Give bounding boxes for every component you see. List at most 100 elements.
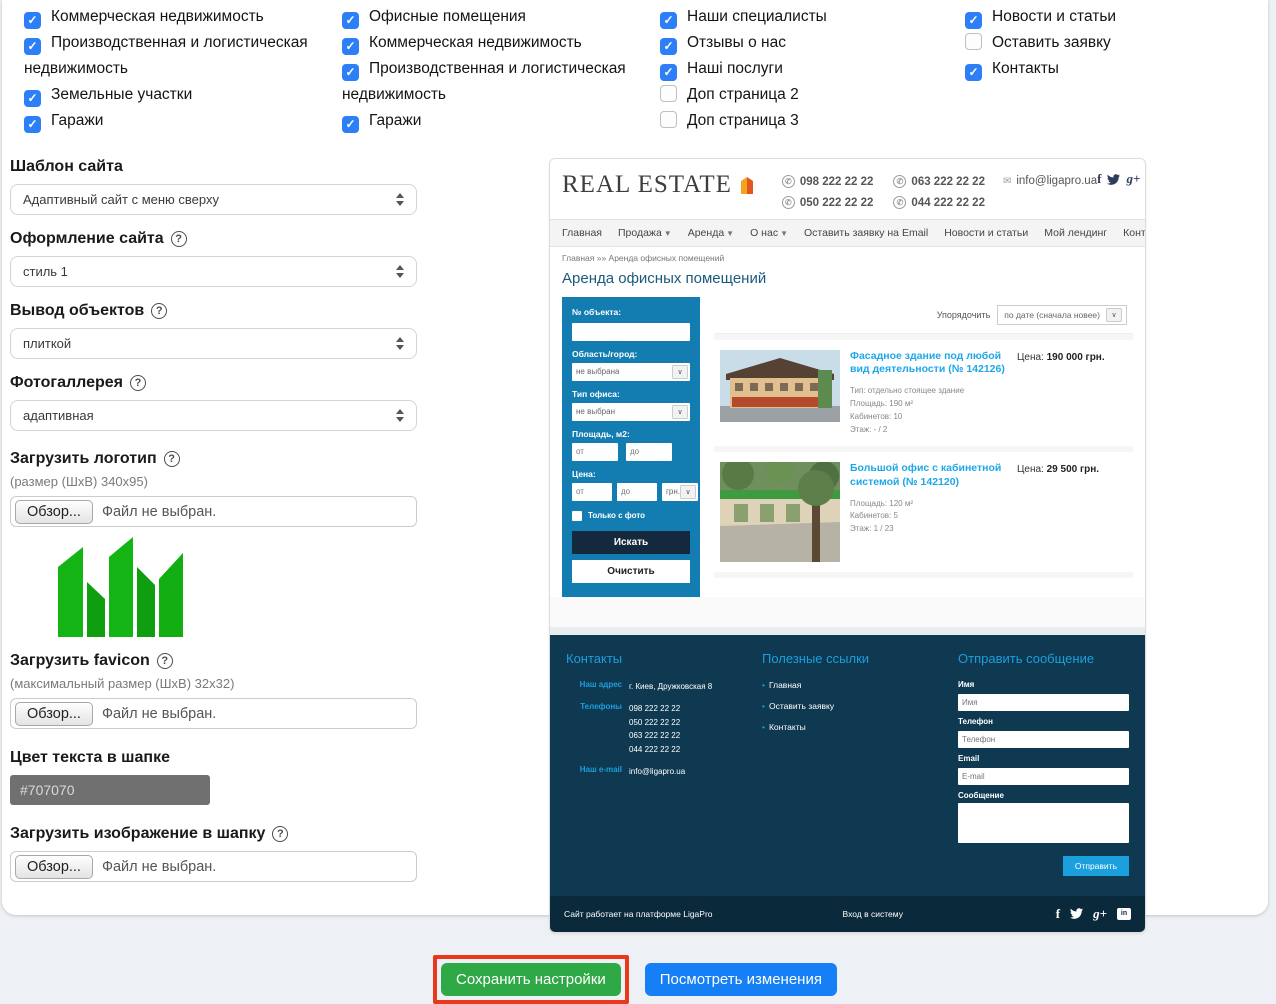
name-field[interactable] (958, 694, 1129, 711)
login-link[interactable]: Вход в систему (843, 909, 903, 919)
region-select[interactable]: не выбрана ∨ (572, 363, 690, 381)
office-type-select[interactable]: не выбран ∨ (572, 403, 690, 421)
checkbox-item-leave-request[interactable]: Оставить заявку (965, 30, 1248, 56)
googleplus-icon[interactable]: g+ (1093, 906, 1107, 922)
checkbox-item-commercial-2[interactable]: Коммерческая недвижимость (342, 30, 640, 56)
checkbox[interactable] (965, 33, 982, 50)
nav-item-request-email[interactable]: Оставить заявку на Email (804, 227, 928, 239)
checkbox-item-contacts[interactable]: Контакты (965, 56, 1248, 82)
twitter-icon[interactable] (1070, 908, 1083, 919)
checkbox-item-specialists[interactable]: Наши специалисты (660, 4, 945, 30)
phone-field[interactable] (958, 731, 1129, 748)
listing-title-link[interactable]: Большой офис с кабинетной системой (№ 14… (850, 462, 1007, 488)
sort-select[interactable]: по дате (сначала новее) ∨ (997, 305, 1127, 325)
help-icon[interactable]: ? (164, 451, 180, 467)
preview-email[interactable]: ✉info@ligapro.ua (1003, 175, 1097, 187)
facebook-icon[interactable]: f (1056, 906, 1060, 922)
checkbox[interactable] (342, 12, 359, 29)
googleplus-icon[interactable]: g+ (1126, 171, 1140, 187)
template-select[interactable]: Адаптивный сайт с меню сверху (10, 184, 417, 215)
listing-title-link[interactable]: Фасадное здание под любой вид деятельнос… (850, 350, 1007, 376)
help-icon[interactable]: ? (272, 826, 288, 842)
objects-output-select-value: плиткой (23, 336, 71, 351)
price-to-input[interactable] (617, 483, 657, 501)
gallery-select[interactable]: адаптивная (10, 400, 417, 431)
checkbox[interactable] (24, 38, 41, 55)
listing-photo[interactable] (720, 350, 840, 422)
message-field[interactable] (958, 803, 1129, 843)
no-file-text: Файл не выбран. (102, 706, 216, 722)
checkbox-item-commercial[interactable]: Коммерческая недвижимость (24, 4, 322, 30)
checkbox[interactable] (342, 64, 359, 81)
help-icon[interactable]: ? (130, 375, 146, 391)
nav-item-sale[interactable]: Продажа▼ (618, 227, 672, 239)
currency-select[interactable]: грн. ∨ (662, 483, 698, 501)
checkbox[interactable] (24, 90, 41, 107)
facebook-icon[interactable]: f (1097, 171, 1101, 187)
logo-file-input[interactable]: Обзор... Файл не выбран. (10, 496, 417, 527)
listing-photo[interactable] (720, 462, 840, 562)
header-image-file-input[interactable]: Обзор... Файл не выбран. (10, 851, 417, 882)
linkedin-icon[interactable]: in (1117, 908, 1131, 920)
logo-size-hint: (размер (ШхВ) 340x95) (10, 474, 417, 489)
help-icon[interactable]: ? (151, 303, 167, 319)
nav-item-about[interactable]: О нас▼ (750, 227, 788, 239)
checkbox[interactable] (660, 85, 677, 102)
view-changes-button[interactable]: Посмотреть изменения (645, 963, 837, 996)
nav-item-rent[interactable]: Аренда▼ (688, 227, 734, 239)
checkbox-item-industrial[interactable]: Производственная и логистическая недвижи… (24, 30, 322, 82)
checkbox-item-offices[interactable]: Офисные помещения (342, 4, 640, 30)
footer-email-value[interactable]: info@ligapro.ua (629, 765, 685, 779)
only-photo-checkbox[interactable] (572, 511, 582, 521)
checkbox-item-extra-page-3[interactable]: Доп страница 3 (660, 108, 945, 134)
search-button[interactable]: Искать (572, 531, 690, 554)
checkbox-item-garages[interactable]: Гаражи (24, 108, 322, 134)
help-icon[interactable]: ? (157, 653, 173, 669)
save-settings-button[interactable]: Сохранить настройки (441, 963, 621, 996)
checkbox[interactable] (342, 116, 359, 133)
help-icon[interactable]: ? (171, 231, 187, 247)
checkbox-item-extra-page-2[interactable]: Доп страница 2 (660, 82, 945, 108)
browse-button[interactable]: Обзор... (15, 500, 93, 524)
nav-item-home[interactable]: Главная (562, 227, 602, 239)
checkbox-item-land[interactable]: Земельные участки (24, 82, 322, 108)
footer-link-contacts[interactable]: •Контакты (762, 722, 958, 732)
browse-button[interactable]: Обзор... (15, 855, 93, 879)
checkbox[interactable] (342, 38, 359, 55)
only-photo-label: Только с фото (588, 511, 645, 520)
checkbox[interactable] (660, 64, 677, 81)
footer-link-request[interactable]: •Оставить заявку (762, 701, 958, 711)
object-number-input[interactable] (572, 323, 690, 341)
checkbox-item-industrial-2[interactable]: Производственная и логистическая недвижи… (342, 56, 640, 108)
area-to-input[interactable] (626, 443, 672, 461)
checkbox-item-services[interactable]: Наші послуги (660, 56, 945, 82)
checkbox-item-news[interactable]: Новости и статьи (965, 4, 1248, 30)
checkbox[interactable] (24, 116, 41, 133)
sort-bar: Упорядочить по дате (сначала новее) ∨ (714, 297, 1133, 334)
browse-button[interactable]: Обзор... (15, 702, 93, 726)
send-message-button[interactable]: Отправить (1063, 856, 1129, 876)
objects-output-select[interactable]: плиткой (10, 328, 417, 359)
checkbox-item-reviews[interactable]: Отзывы о нас (660, 30, 945, 56)
checkbox[interactable] (660, 12, 677, 29)
style-select[interactable]: стиль 1 (10, 256, 417, 287)
twitter-icon[interactable] (1107, 174, 1120, 185)
nav-item-news[interactable]: Новости и статьи (944, 227, 1028, 239)
nav-item-landing[interactable]: Мой лендинг (1044, 227, 1107, 239)
checkbox-item-garages-2[interactable]: Гаражи (342, 108, 640, 134)
area-from-input[interactable] (572, 443, 618, 461)
clear-button[interactable]: Очистить (572, 560, 690, 583)
price-from-input[interactable] (572, 483, 612, 501)
checkbox[interactable] (660, 38, 677, 55)
header-text-color-swatch[interactable]: #707070 (10, 775, 210, 805)
checkbox[interactable] (24, 12, 41, 29)
checkbox[interactable] (965, 12, 982, 29)
checkbox[interactable] (965, 64, 982, 81)
footer-link-home[interactable]: •Главная (762, 680, 958, 690)
nav-item-contacts[interactable]: Контакты (1123, 227, 1146, 239)
email-field[interactable] (958, 768, 1129, 785)
favicon-file-input[interactable]: Обзор... Файл не выбран. (10, 698, 417, 729)
brand-building-icon (738, 174, 756, 196)
checkbox[interactable] (660, 111, 677, 128)
chevron-down-icon: ▼ (664, 229, 672, 238)
